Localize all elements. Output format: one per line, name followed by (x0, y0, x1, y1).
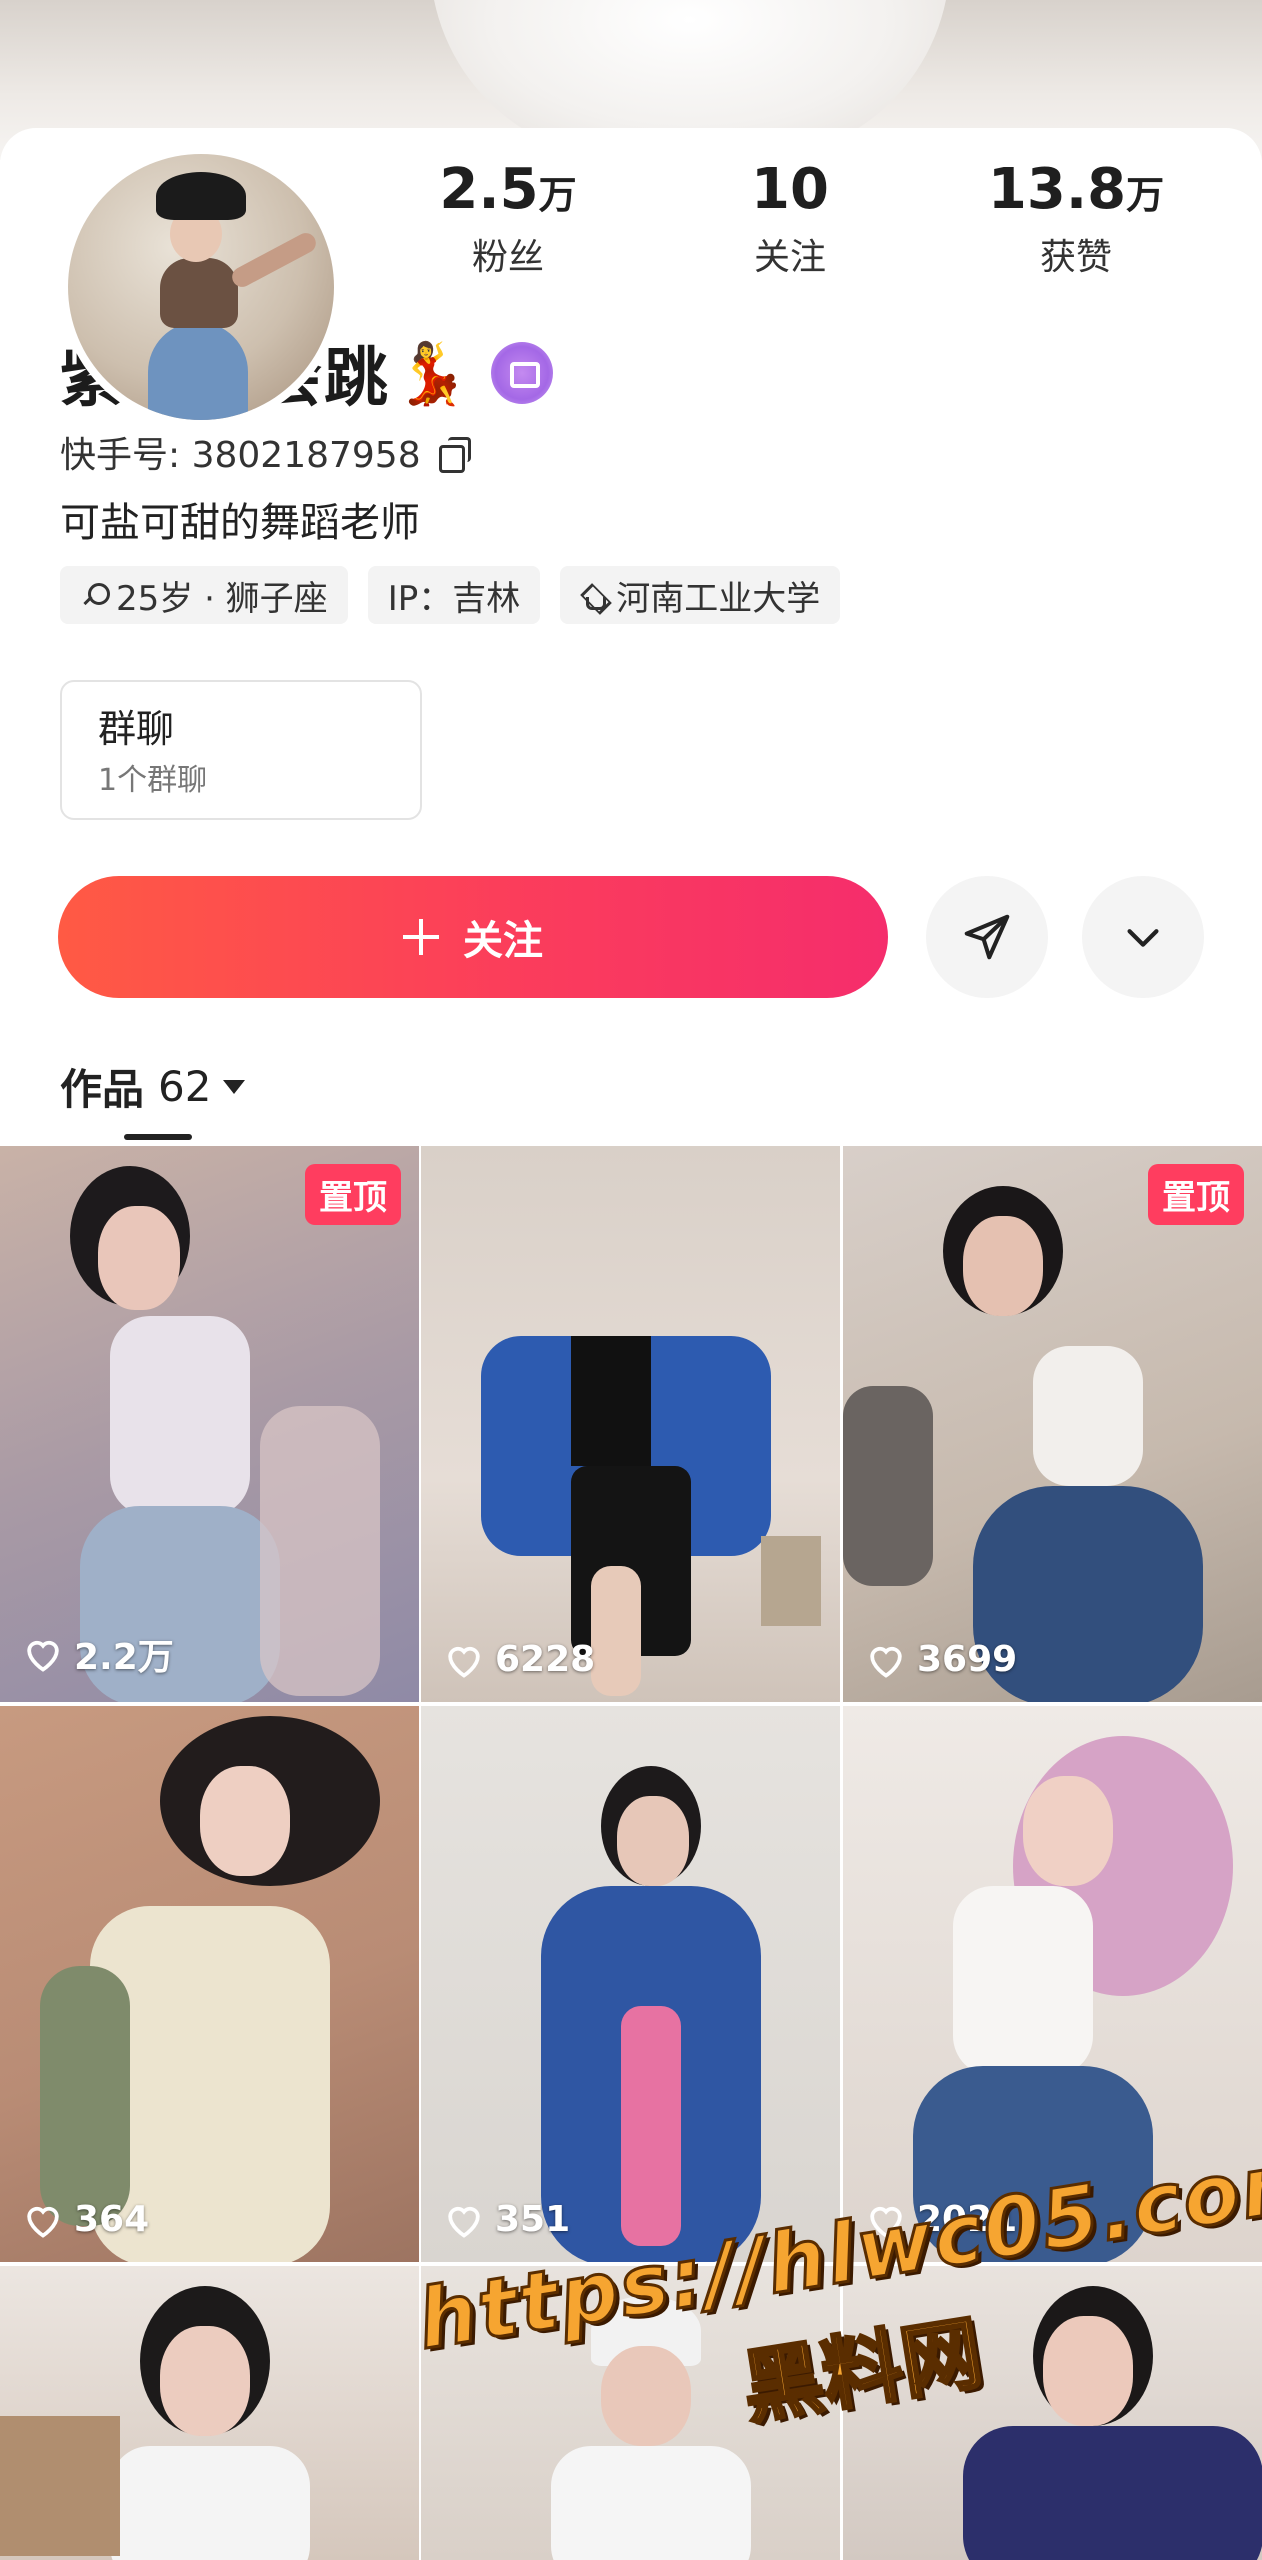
uid-row: 快手号: 3802187958 (60, 426, 471, 478)
following-count: 10 (751, 157, 829, 222)
heart-icon (870, 1646, 902, 1678)
tag-age-text: 25岁 · 狮子座 (116, 578, 328, 619)
plus-icon (403, 919, 439, 955)
tag-school-text: 河南工业大学 (616, 578, 821, 619)
like-count: 351 (443, 2199, 570, 2240)
like-count-text: 6228 (495, 1639, 596, 1680)
like-count-text: 2.2万 (74, 1637, 174, 1678)
heart-icon (448, 2206, 480, 2238)
profile-card: 2.5万 粉丝 10 关注 13.8万 获赞 紫月很会跳 💃 快手号: 3802… (0, 128, 1262, 1158)
send-icon (964, 914, 1010, 960)
heart-icon (27, 1640, 59, 1672)
group-chat-card[interactable]: 群聊 1个群聊 (60, 680, 422, 820)
creator-badge-icon[interactable] (490, 342, 553, 404)
user-id: 快手号: 3802187958 (60, 435, 421, 476)
video-thumbnail[interactable]: 置顶 3699 (843, 1146, 1262, 1702)
followers-unit: 万 (538, 173, 577, 217)
like-count: 3699 (865, 1639, 1017, 1680)
video-thumbnail[interactable] (0, 2266, 419, 2560)
follow-label: 关注 (463, 918, 543, 964)
pinned-badge: 置顶 (305, 1164, 401, 1225)
likes-count: 13.8 (987, 157, 1127, 222)
share-button[interactable] (926, 876, 1048, 998)
avatar[interactable] (60, 146, 342, 428)
video-thumbnail[interactable]: 6228 (421, 1146, 840, 1702)
more-button[interactable] (1082, 876, 1204, 998)
pinned-badge: 置顶 (1148, 1164, 1244, 1225)
dancer-emoji: 💃 (394, 338, 469, 409)
works-count: 62 (158, 1062, 212, 1111)
video-thumbnail[interactable]: 364 (0, 1706, 419, 2262)
followers-label: 粉丝 (471, 237, 544, 278)
heart-icon (27, 2206, 59, 2238)
following-label: 关注 (753, 237, 826, 278)
like-count: 6228 (443, 1639, 595, 1680)
heart-icon (448, 1646, 480, 1678)
group-chat-title: 群聊 (98, 707, 175, 751)
profile-tags: 25岁 · 狮子座 IP：吉林 河南工业大学 (60, 566, 841, 624)
like-count: 364 (22, 2199, 149, 2240)
follow-button[interactable]: 关注 (58, 876, 888, 998)
tag-ip: IP：吉林 (367, 566, 541, 624)
stat-likes[interactable]: 13.8万 获赞 (966, 152, 1186, 283)
caret-down-icon (223, 1079, 246, 1094)
like-count-text: 364 (74, 2199, 150, 2240)
tag-age: 25岁 · 狮子座 (60, 566, 348, 624)
tag-school[interactable]: 河南工业大学 (560, 566, 841, 624)
tab-underline (124, 1134, 192, 1140)
group-chat-subtitle: 1个群聊 (98, 763, 208, 798)
video-thumbnail[interactable]: 置顶 2.2万 (0, 1146, 419, 1702)
avatar-photo (68, 154, 334, 420)
school-icon (580, 581, 608, 610)
chevron-down-icon (1127, 929, 1159, 947)
stat-following[interactable]: 10 关注 (680, 152, 900, 283)
like-count-text: 351 (495, 2199, 571, 2240)
tag-ip-text: IP：吉林 (387, 578, 521, 619)
copy-icon[interactable] (438, 437, 471, 473)
works-label: 作品 (60, 1065, 145, 1114)
like-count: 2.2万 (22, 1628, 174, 1680)
like-count-text: 3699 (917, 1639, 1018, 1680)
likes-unit: 万 (1126, 173, 1165, 217)
video-thumbnail[interactable]: 351 (421, 1706, 840, 2262)
stat-followers[interactable]: 2.5万 粉丝 (398, 152, 618, 283)
likes-label: 获赞 (1039, 237, 1112, 278)
profile-bio: 可盐可甜的舞蹈老师 (60, 500, 420, 546)
tab-works[interactable]: 作品 62 (60, 1056, 246, 1117)
followers-count: 2.5 (439, 157, 539, 222)
search-icon (80, 581, 110, 609)
